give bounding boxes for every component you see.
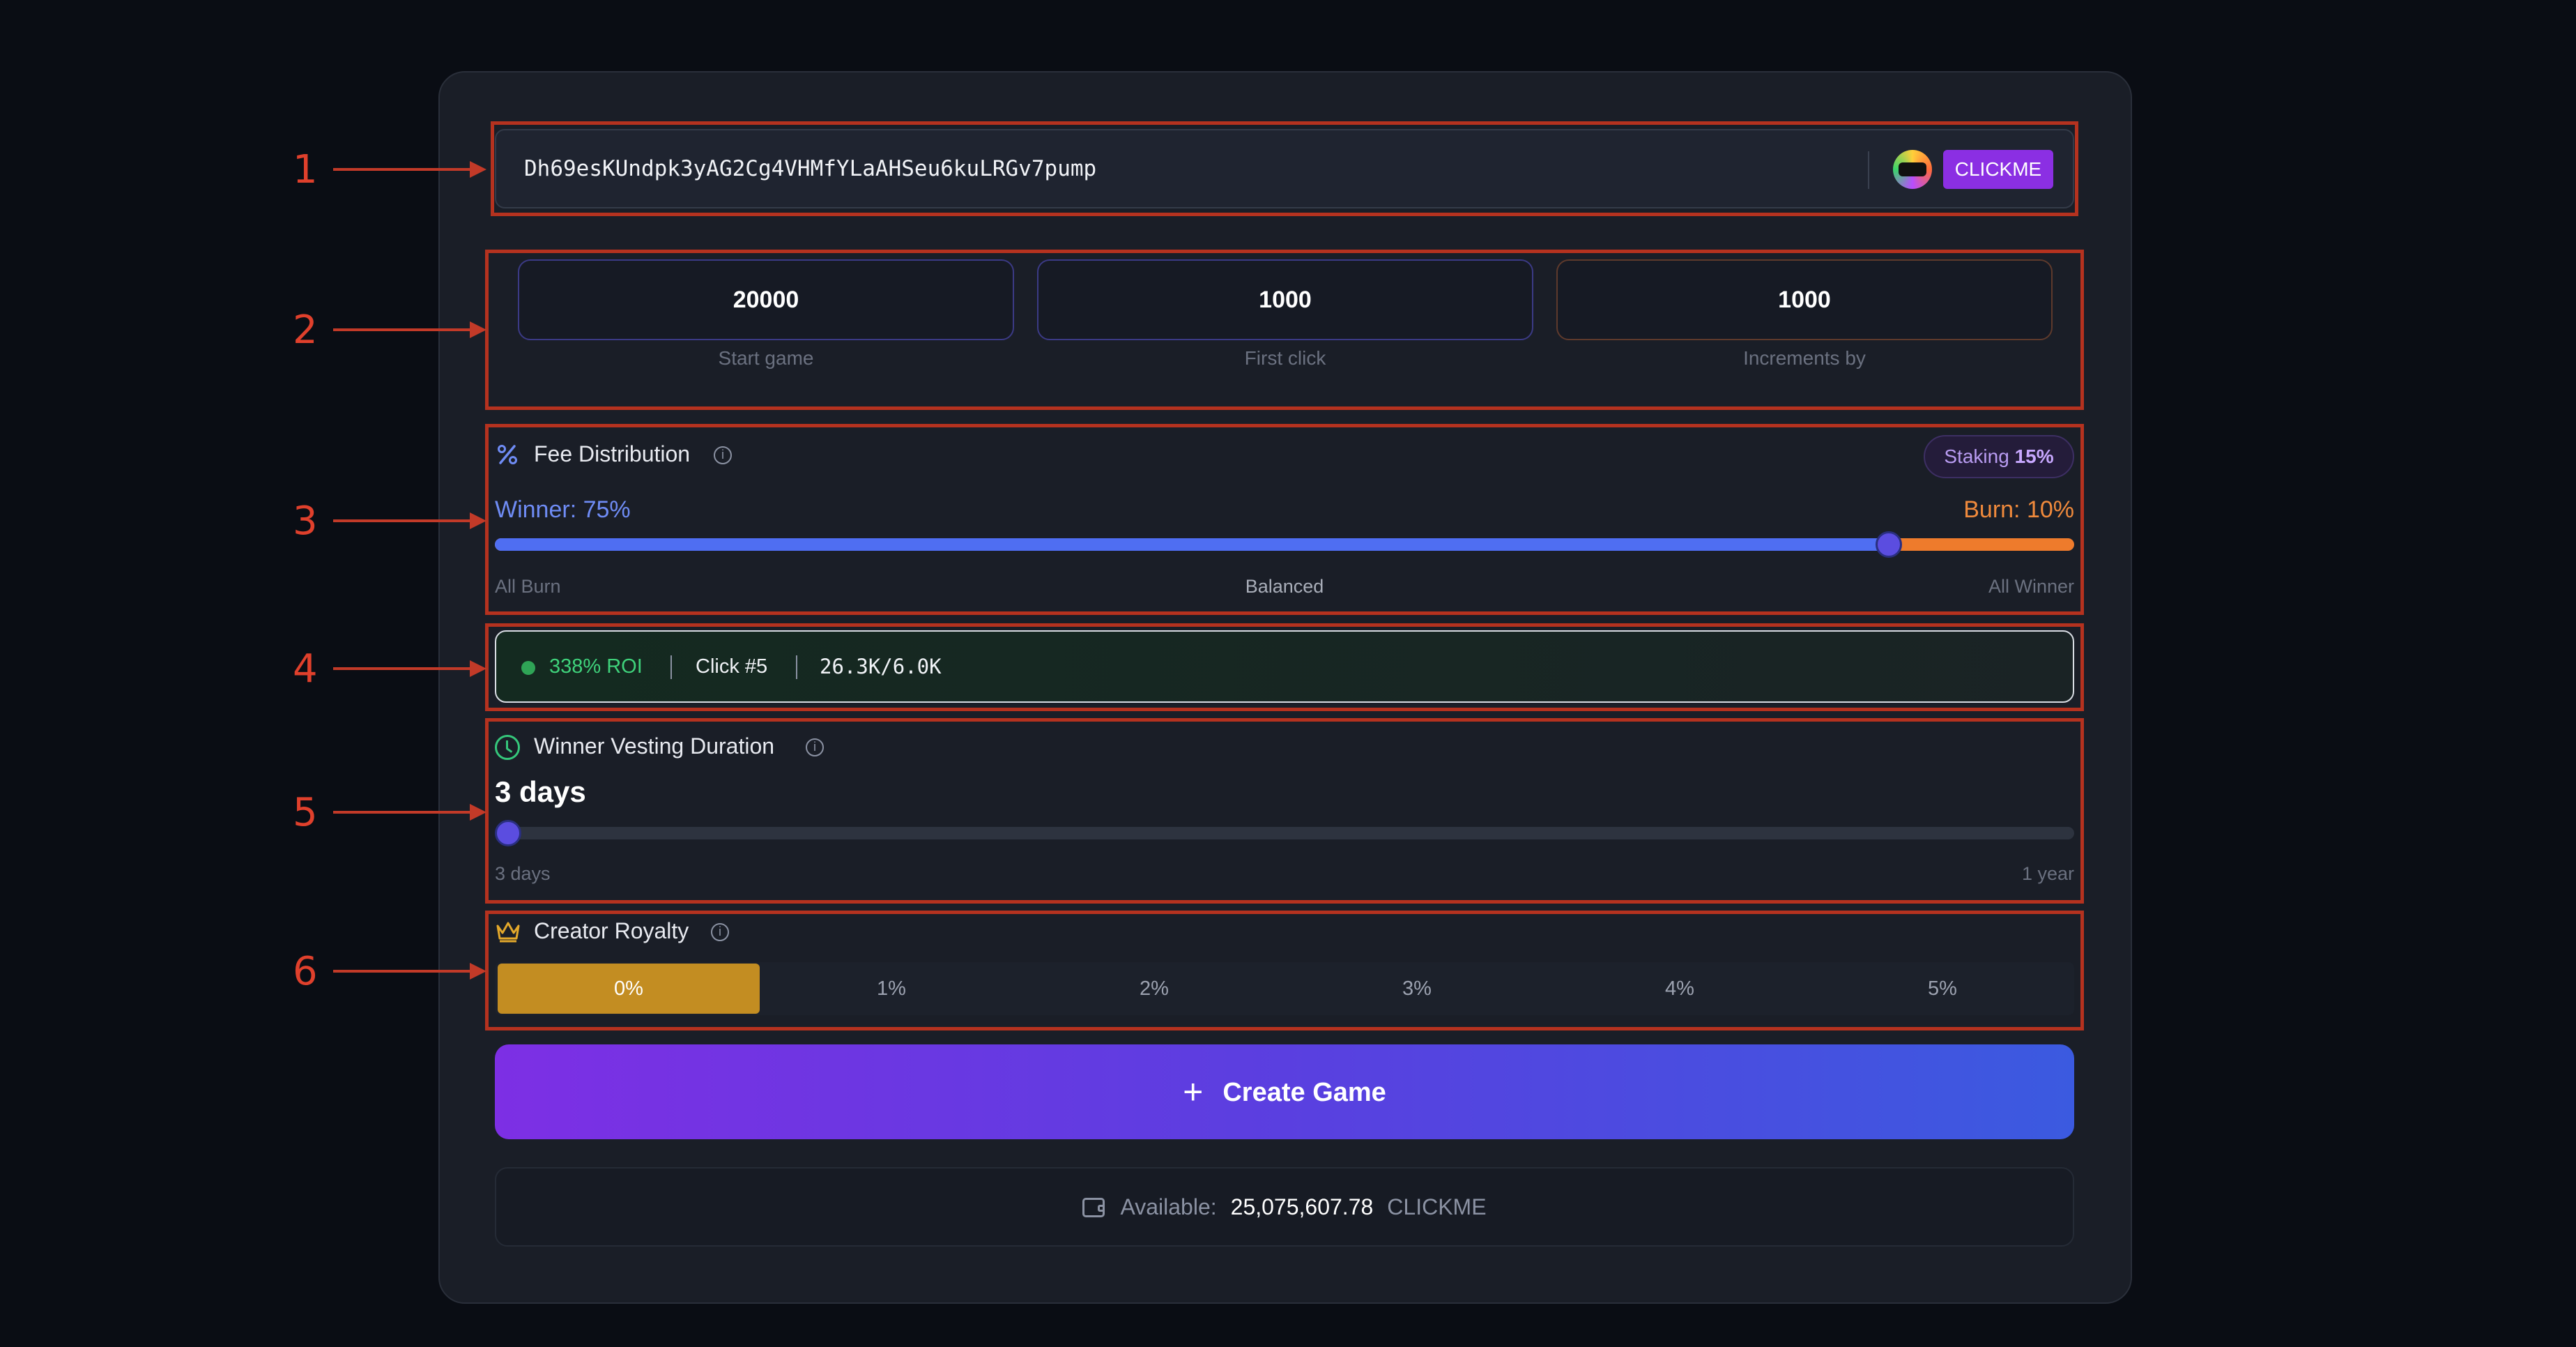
wallet-icon [1082,1198,1105,1217]
balance-symbol: CLICKME [1387,1194,1487,1219]
balance-amount: 25,075,607.78 [1230,1194,1374,1219]
annotation-number-3: 3 [293,499,318,544]
annotation-box-5 [485,718,2084,904]
annotation-box-4 [485,623,2084,711]
available-balance: Available: 25,075,607.78 CLICKME [495,1167,2074,1247]
annotation-box-2 [485,250,2084,410]
annotation-number-6: 6 [293,949,318,994]
annotation-box-3 [485,424,2084,615]
create-game-button[interactable]: + Create Game [495,1044,2074,1139]
annotation-number-4: 4 [293,646,318,692]
plus-icon: + [1183,1072,1204,1111]
balance-label: Available: [1120,1194,1217,1219]
annotation-number-2: 2 [293,307,318,353]
annotation-number-1: 1 [293,147,318,192]
annotation-number-5: 5 [293,790,318,835]
annotation-box-1 [491,121,2078,216]
create-game-label: Create Game [1222,1078,1386,1107]
annotation-box-6 [485,911,2084,1030]
